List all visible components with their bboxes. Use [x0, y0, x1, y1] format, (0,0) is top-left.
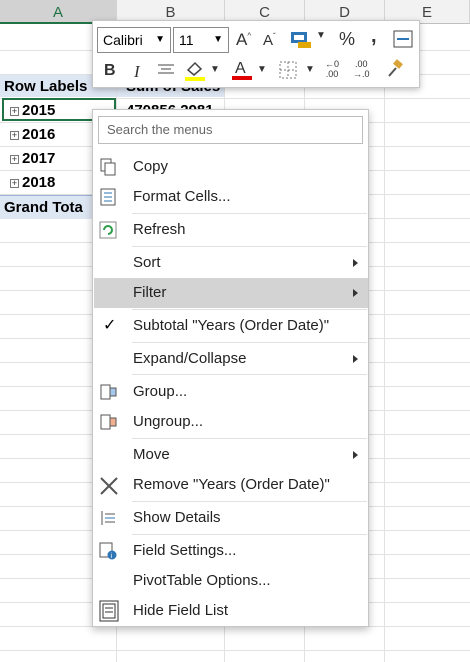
row-labels-header[interactable]: Row Labels	[4, 75, 87, 98]
year-row-2017[interactable]: +2017	[10, 147, 55, 170]
chevron-down-icon[interactable]: ▼	[257, 64, 267, 75]
checkmark-icon: ✓	[103, 317, 117, 334]
chevron-right-icon	[353, 259, 358, 267]
menu-item-remove[interactable]: Remove "Years (Order Date)"	[94, 470, 368, 500]
menu-item-hide-field-list[interactable]: Hide Field List	[94, 596, 368, 626]
borders-icon[interactable]	[279, 61, 297, 84]
accounting-format-icon[interactable]	[290, 29, 312, 54]
year-row-2016[interactable]: +2016	[10, 123, 55, 146]
expand-icon[interactable]: +	[10, 107, 19, 116]
decrease-decimal-icon[interactable]: .00 →.0	[353, 59, 370, 79]
ungroup-icon	[99, 413, 117, 431]
grand-total-label[interactable]: Grand Tota	[4, 196, 83, 219]
menu-item-field-settings[interactable]: i Field Settings...	[94, 536, 368, 566]
expand-icon[interactable]: +	[10, 131, 19, 140]
font-color-icon[interactable]: A	[232, 58, 252, 87]
increase-font-size-icon[interactable]: A^	[236, 30, 251, 50]
copy-icon	[99, 158, 117, 176]
menu-item-pivottable-options[interactable]: PivotTable Options...	[94, 566, 368, 596]
menu-item-move[interactable]: Move	[94, 440, 368, 470]
expand-icon[interactable]: +	[10, 155, 19, 164]
menu-item-copy[interactable]: Copy	[94, 152, 368, 182]
italic-icon[interactable]: I	[134, 62, 140, 82]
year-row-2018[interactable]: +2018	[10, 171, 55, 194]
font-size-box[interactable]: 11 ▼	[173, 27, 229, 53]
menu-item-show-details[interactable]: Show Details	[94, 503, 368, 533]
chevron-right-icon	[353, 451, 358, 459]
wrap-text-icon[interactable]	[393, 29, 413, 54]
group-icon	[99, 383, 117, 401]
bold-icon[interactable]: B	[104, 62, 116, 80]
chevron-right-icon	[353, 355, 358, 363]
comma-style-button[interactable]: ,	[371, 25, 377, 48]
menu-item-group[interactable]: Group...	[94, 377, 368, 407]
refresh-icon	[99, 221, 117, 239]
chevron-down-icon: ▼	[155, 34, 165, 45]
format-painter-icon[interactable]	[385, 59, 405, 84]
expand-icon[interactable]: +	[10, 179, 19, 188]
increase-decimal-icon[interactable]: ←0.00	[325, 59, 339, 79]
font-name-box[interactable]: Calibri ▼	[97, 27, 171, 53]
chevron-down-icon: ▼	[213, 34, 223, 45]
percent-style-button[interactable]: %	[339, 29, 355, 50]
context-menu: Search the menus Copy Format Cells... Re…	[92, 109, 369, 627]
align-center-icon[interactable]	[157, 62, 175, 83]
decrease-font-size-icon[interactable]: Aˇ	[263, 32, 276, 49]
show-details-icon	[99, 509, 117, 527]
menu-item-sort[interactable]: Sort	[94, 248, 368, 278]
format-cells-icon	[99, 188, 117, 206]
menu-item-expand-collapse[interactable]: Expand/Collapse	[94, 344, 368, 374]
search-menus-input[interactable]: Search the menus	[98, 116, 363, 144]
menu-item-ungroup[interactable]: Ungroup...	[94, 407, 368, 437]
year-row-2015[interactable]: +2015	[10, 99, 55, 122]
field-settings-icon: i	[99, 542, 117, 560]
chevron-down-icon[interactable]: ▼	[316, 30, 326, 41]
field-list-icon	[99, 600, 119, 622]
menu-item-filter[interactable]: Filter	[94, 278, 368, 308]
chevron-right-icon	[353, 289, 358, 297]
fill-color-icon[interactable]	[184, 59, 206, 86]
chevron-down-icon[interactable]: ▼	[210, 64, 220, 75]
chevron-down-icon[interactable]: ▼	[305, 64, 315, 75]
menu-item-refresh[interactable]: Refresh	[94, 215, 368, 245]
remove-x-icon	[99, 476, 118, 495]
svg-text:A: A	[235, 60, 246, 77]
mini-toolbar: Calibri ▼ 11 ▼ A^ Aˇ ▼ % , B I ▼ A ▼ ▼ ←…	[92, 20, 420, 88]
menu-item-format-cells[interactable]: Format Cells...	[94, 182, 368, 212]
menu-item-subtotal[interactable]: ✓ Subtotal "Years (Order Date)"	[94, 311, 368, 341]
